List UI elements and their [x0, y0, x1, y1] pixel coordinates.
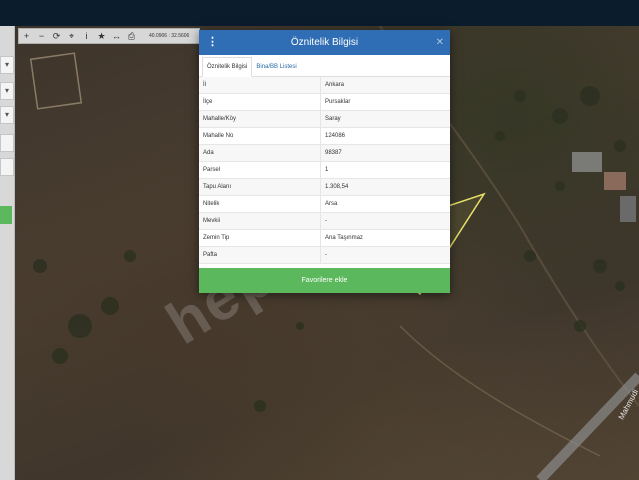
dialog-tabs: Öznitelik Bilgisi Bina/BB Listesi [199, 55, 450, 77]
attribute-value: - [320, 212, 450, 230]
attribute-info-dialog: ⋮ Öznitelik Bilgisi ✕ Öznitelik Bilgisi … [199, 30, 450, 293]
attribute-value: Arsa [320, 195, 450, 213]
side-input-2[interactable] [0, 158, 14, 176]
close-icon[interactable]: ✕ [436, 30, 444, 55]
attribute-key: Zemin Tip [199, 229, 321, 247]
attribute-value: 98387 [320, 144, 450, 162]
side-select-3[interactable]: ▾ [0, 106, 14, 124]
attribute-value: Ana Taşınmaz [320, 229, 450, 247]
add-to-favorites-button[interactable]: Favorilere ekle [199, 268, 450, 293]
attribute-key: Mahalle No [199, 127, 321, 145]
attribute-value: Saray [320, 110, 450, 128]
coordinate-readout: 40.0906 : 32.5606 [149, 33, 190, 39]
side-select-2[interactable]: ▾ [0, 82, 14, 100]
attribute-value: 1 [320, 161, 450, 179]
minus-icon[interactable]: − [34, 29, 49, 43]
info-icon[interactable]: i [79, 29, 94, 43]
table-row: Mahalle/Köy Saray [199, 110, 450, 128]
table-row: Nitelik Arsa [199, 195, 450, 213]
refresh-icon[interactable]: ⟳ [49, 29, 64, 43]
side-input-1[interactable] [0, 134, 14, 152]
attribute-key: Nitelik [199, 195, 321, 213]
side-select-1[interactable]: ▾ [0, 56, 14, 74]
attribute-key: Parsel [199, 161, 321, 179]
attribute-value: 124086 [320, 127, 450, 145]
table-row: Parsel 1 [199, 161, 450, 179]
attribute-key: İlçe [199, 93, 321, 111]
table-row: İl Ankara [199, 77, 450, 94]
attribute-value: - [320, 246, 450, 264]
table-row: Ada 98387 [199, 144, 450, 162]
attribute-value: 1.308,54 [320, 178, 450, 196]
attribute-value: Pursaklar [320, 93, 450, 111]
table-row: İlçe Pursaklar [199, 93, 450, 111]
tab-attribute-info[interactable]: Öznitelik Bilgisi [202, 57, 253, 77]
table-row: Mahalle No 124086 [199, 127, 450, 145]
table-row: Zemin Tip Ana Taşınmaz [199, 229, 450, 247]
dirt-track [399, 325, 601, 457]
attribute-table: İl Ankara İlçe Pursaklar Mahalle/Köy Saray Mah… [199, 77, 450, 264]
table-row: Tapu Alanı 1.308,54 [199, 178, 450, 196]
measure-icon[interactable]: ↔ [109, 29, 124, 43]
tab-building-list[interactable]: Bina/BB Listesi [252, 58, 300, 76]
attribute-value: Ankara [320, 77, 450, 94]
left-side-panel: ▾ ▾ ▾ [0, 26, 15, 480]
top-navigation-bar [0, 0, 639, 27]
print-icon[interactable]: ⎙ [124, 29, 139, 43]
field-outline [29, 52, 83, 110]
table-row: Pafta - [199, 246, 450, 264]
table-row: Mevkii - [199, 212, 450, 230]
buildings [572, 152, 636, 222]
attribute-key: Mahalle/Köy [199, 110, 321, 128]
attribute-key: Ada [199, 144, 321, 162]
attribute-key: Pafta [199, 246, 321, 264]
attribute-key: İl [199, 77, 321, 94]
crosshair-icon[interactable]: ⌖ [64, 29, 79, 43]
plus-icon[interactable]: + [19, 29, 34, 43]
dialog-header: ⋮ Öznitelik Bilgisi ✕ [199, 30, 450, 55]
attribute-key: Mevkii [199, 212, 321, 230]
road [536, 372, 639, 480]
attribute-key: Tapu Alanı [199, 178, 321, 196]
star-icon[interactable]: ★ [94, 29, 109, 43]
dialog-title: Öznitelik Bilgisi [290, 37, 359, 48]
side-search-button[interactable] [0, 206, 12, 224]
map-toolbar: + − ⟳ ⌖ i ★ ↔ ⎙ 40.0906 : 32.5606 [18, 28, 200, 44]
